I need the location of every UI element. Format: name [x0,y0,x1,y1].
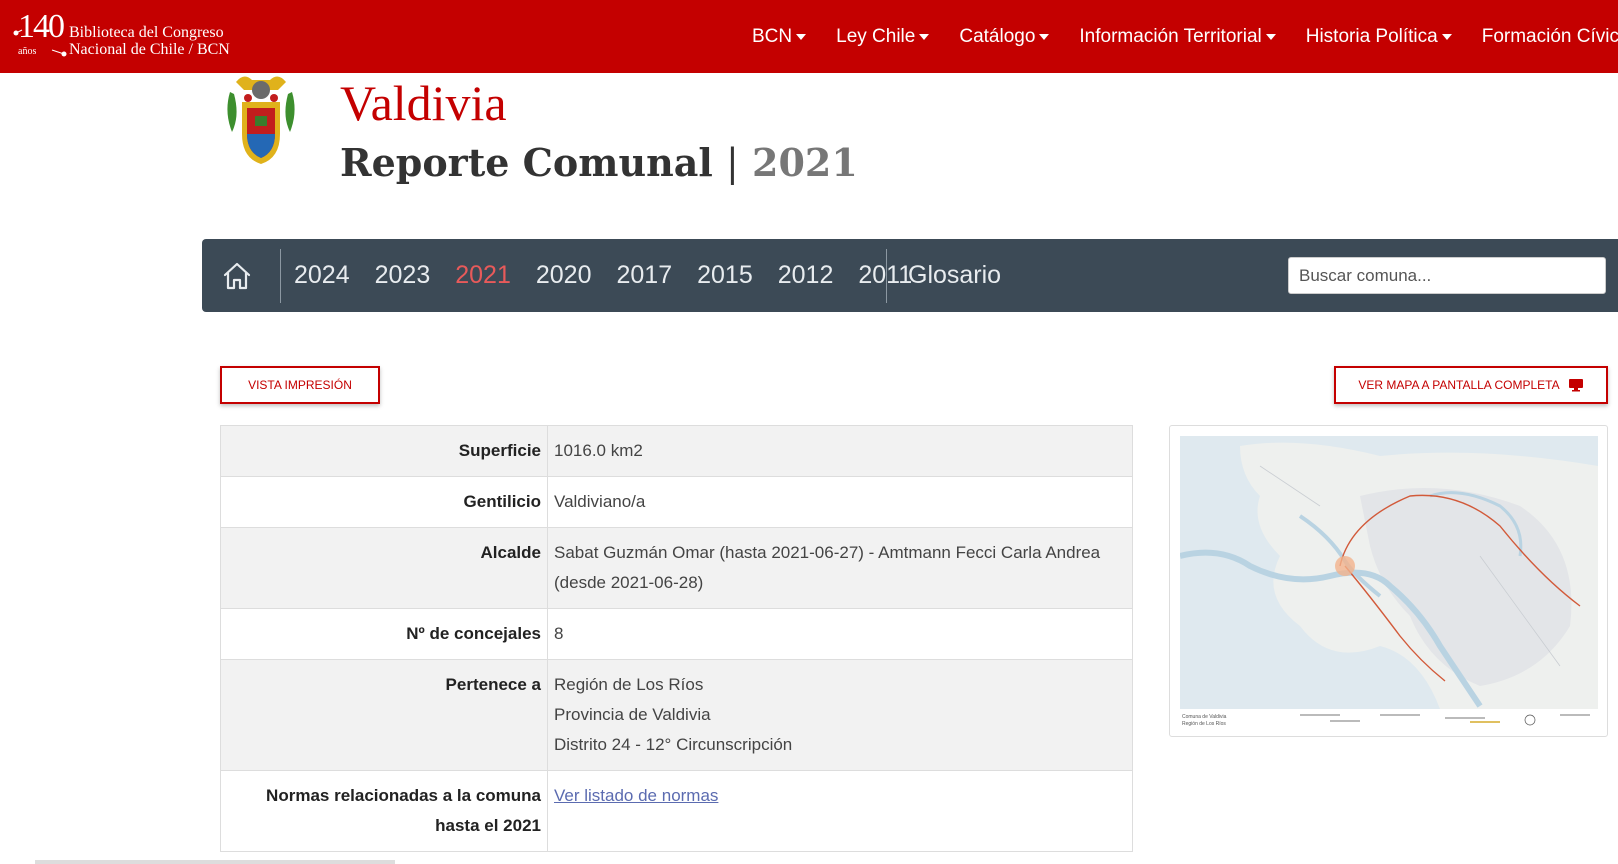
table-row: Gentilicio Valdiviano/a [220,476,1133,528]
nav-label: Formación Cívica [1481,25,1618,47]
year-link-2023[interactable]: 2023 [375,261,431,290]
year-link-2020[interactable]: 2020 [536,261,592,290]
pertenece-value: Región de Los Ríos Provincia de Valdivia… [547,659,1133,771]
title-separator: | [726,141,739,185]
superficie-label: Superficie [220,425,548,477]
fullscreen-map-label: VER MAPA A PANTALLA COMPLETA [1358,378,1560,392]
table-row: Alcalde Sabat Guzmán Omar (hasta 2021-06… [220,527,1133,609]
year-links: 2024 2023 2021 2020 2017 2015 2012 2011 [294,239,937,312]
map-caption-line-2: Región de Los Ríos [1182,721,1226,727]
site-header: 140 años Biblioteca del Congreso Naciona… [0,0,1618,73]
nav-informacion-territorial[interactable]: Información Territorial [1079,25,1276,48]
nav-label: Historia Política [1305,25,1438,47]
horizontal-scrollbar[interactable] [35,860,395,864]
divider [886,249,887,303]
commune-info-table: Superficie 1016.0 km2 Gentilicio Valdivi… [220,425,1133,852]
gentilicio-label: Gentilicio [220,476,548,528]
superficie-value: 1016.0 km2 [547,425,1133,477]
logo-number: 140 [18,8,65,45]
nav-formacion-civica[interactable]: Formación Cívica [1482,26,1618,48]
logo-years-label: años [18,46,37,57]
caret-down-icon [1441,33,1452,40]
map-caption-line-1: Comuna de Valdivia [1182,714,1227,720]
print-view-button[interactable]: VISTA IMPRESIÓN [220,366,380,404]
caret-down-icon [796,33,807,40]
fullscreen-map-button[interactable]: VER MAPA A PANTALLA COMPLETA [1334,366,1608,404]
org-line-1: Biblioteca del Congreso [69,24,224,41]
nav-label: Información Territorial [1079,25,1262,47]
concejales-label: Nº de concejales [220,608,548,660]
search-commune-input[interactable] [1288,257,1606,294]
province-text: Provincia de Valdivia [554,705,711,724]
commune-map[interactable]: Comuna de Valdivia Región de Los Ríos [1169,425,1608,737]
year-link-2024[interactable]: 2024 [294,261,350,290]
year-link-2015[interactable]: 2015 [697,261,753,290]
nav-ley-chile[interactable]: Ley Chile [836,25,930,48]
page-title-city: Valdivia [340,75,507,131]
map-thumbnail [1180,436,1598,709]
nav-bcn[interactable]: BCN [752,25,807,48]
org-line-2: Nacional de Chile / BCN [69,41,230,58]
table-row: Pertenece a Región de Los Ríos Provincia… [220,659,1133,771]
year-link-2017[interactable]: 2017 [617,261,673,290]
caret-down-icon [919,33,930,40]
table-row: Nº de concejales 8 [220,608,1133,660]
normas-label: Normas relacionadas a la comuna hasta el… [220,770,548,852]
map-legend: Comuna de Valdivia Región de Los Ríos [1180,709,1598,731]
coat-of-arms-icon [227,76,295,164]
year-link-2012[interactable]: 2012 [778,261,834,290]
gentilicio-value: Valdiviano/a [547,476,1133,528]
logo-org-name: Biblioteca del Congreso Nacional de Chil… [69,24,230,58]
page-title-report: Reporte Comunal | 2021 [340,140,858,185]
report-year: 2021 [752,140,858,185]
caret-down-icon [1265,33,1276,40]
report-label: Reporte Comunal [340,140,713,185]
nav-label: Ley Chile [836,25,916,47]
ver-listado-normas-link[interactable]: Ver listado de normas [554,786,718,805]
nav-catalogo[interactable]: Catálogo [959,25,1050,48]
nav-label: BCN [752,25,793,47]
pertenece-label: Pertenece a [220,659,548,771]
glosario-link[interactable]: Glosario [908,239,1001,312]
alcalde-label: Alcalde [220,527,548,609]
top-navigation: BCN Ley Chile Catálogo Información Terri… [752,0,1618,73]
table-row: Superficie 1016.0 km2 [220,425,1133,477]
divider [280,249,281,303]
alcalde-value: Sabat Guzmán Omar (hasta 2021-06-27) - A… [547,527,1133,609]
nav-label: Catálogo [959,25,1036,47]
print-view-label: VISTA IMPRESIÓN [248,378,352,392]
table-row: Normas relacionadas a la comuna hasta el… [220,770,1133,852]
region-text: Región de Los Ríos [554,675,704,694]
concejales-value: 8 [547,608,1133,660]
caret-down-icon [1039,33,1050,40]
home-icon[interactable] [222,261,252,291]
monitor-icon [1568,379,1583,392]
normas-value: Ver listado de normas [547,770,1133,852]
district-text: Distrito 24 - 12° Circunscripción [554,735,793,754]
year-link-2021[interactable]: 2021 [455,261,511,290]
year-navigation: 2024 2023 2021 2020 2017 2015 2012 2011 … [202,239,1618,312]
nav-historia-politica[interactable]: Historia Política [1306,26,1452,48]
